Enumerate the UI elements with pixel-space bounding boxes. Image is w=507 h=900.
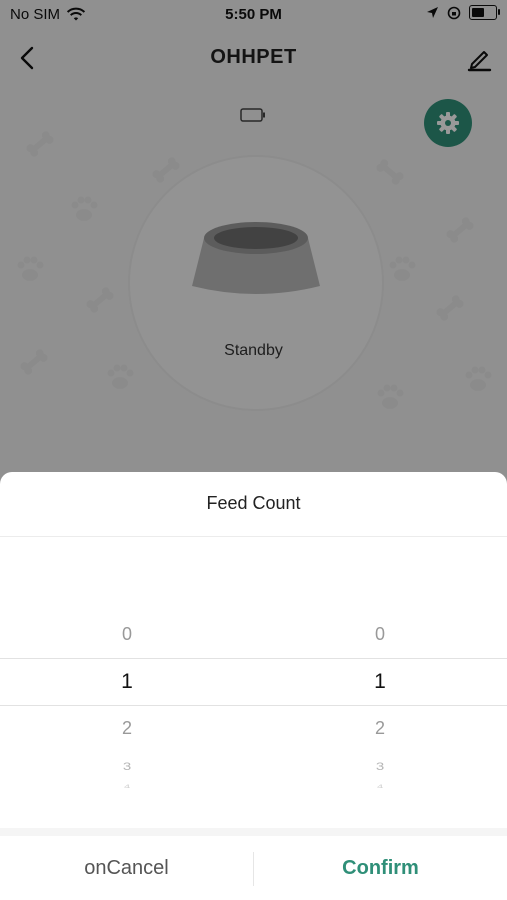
picker-option[interactable]: 4 [77,784,177,788]
cancel-button[interactable]: onCancel [0,836,253,900]
picker-option[interactable]: 2 [77,718,177,739]
picker-option[interactable]: 0 [77,624,177,645]
picker-column-right[interactable]: 0 1 2 3 4 [330,602,430,802]
picker-column-left[interactable]: 0 1 2 3 4 [77,602,177,802]
picker-option[interactable]: 3 [77,760,177,773]
picker-option[interactable]: 4 [330,784,430,788]
sheet-footer-gap [0,828,507,836]
sheet-title: Feed Count [206,493,301,513]
picker-option[interactable]: 0 [330,624,430,645]
picker-option-selected[interactable]: 1 [330,670,430,694]
confirm-button[interactable]: Confirm [254,836,507,900]
feed-count-sheet: Feed Count 0 1 2 3 4 0 1 2 3 4 onCancel … [0,472,507,900]
picker-option[interactable]: 2 [330,718,430,739]
sheet-divider [0,536,507,537]
picker-option-selected[interactable]: 1 [77,670,177,694]
picker-option[interactable]: 3 [330,760,430,773]
